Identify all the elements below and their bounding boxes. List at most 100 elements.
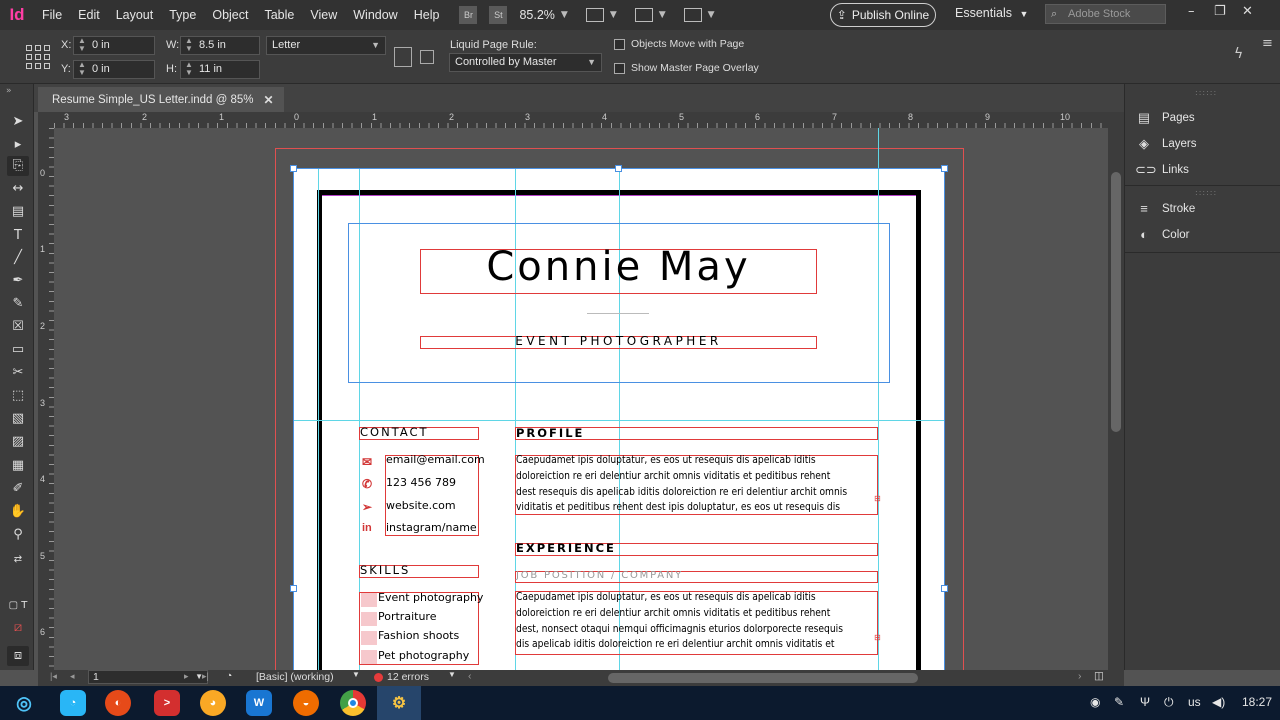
links-panel-button[interactable]: ⊂⊃ Links <box>1135 162 1189 178</box>
terminal-icon[interactable]: > <box>154 690 180 716</box>
resize-handle[interactable] <box>290 585 297 592</box>
resize-handle[interactable] <box>615 165 622 172</box>
rectangle-tool-icon[interactable]: ▭ <box>7 340 29 360</box>
gap-tool-icon[interactable]: ↔ <box>7 179 29 199</box>
rectangle-frame-tool-icon[interactable]: ☒ <box>7 317 29 337</box>
zoom-level[interactable]: 85.2% <box>519 8 554 22</box>
next-page-icon[interactable]: ▸ <box>184 671 189 682</box>
pages-panel-button[interactable]: ▤ Pages <box>1135 110 1195 126</box>
power-icon[interactable]: ⏻ <box>1164 695 1174 710</box>
page-number-field[interactable]: 1 ▼ <box>88 670 208 684</box>
chevron-down-icon[interactable]: ▼ <box>352 670 360 679</box>
view-options-icon[interactable] <box>585 8 604 22</box>
x-field[interactable]: ▲ ▼ 0 in <box>73 36 155 55</box>
close-tab-icon[interactable]: ✕ <box>264 93 274 107</box>
menu-edit[interactable]: Edit <box>70 8 108 22</box>
ruler-origin[interactable] <box>38 112 54 128</box>
panel-grip[interactable]: :::::: <box>1195 188 1217 197</box>
stepper-icon[interactable]: ▲ ▼ <box>78 61 86 77</box>
last-page-icon[interactable]: ▸| <box>202 671 209 682</box>
screen-mode-normal-icon[interactable]: ⧈ <box>7 646 29 666</box>
y-field[interactable]: ▲ ▼ 0 in <box>73 60 155 79</box>
menu-type[interactable]: Type <box>161 8 204 22</box>
horizontal-scroll-thumb[interactable] <box>608 673 918 683</box>
pasteboard[interactable]: Connie May EVENT PHOTOGRAPHER CONTACT ✉ … <box>54 128 1108 670</box>
viber-icon[interactable]: ◉ <box>1090 695 1100 709</box>
adobe-stock-search[interactable]: ⌕ Adobe Stock <box>1045 4 1166 24</box>
volume-icon[interactable]: ◀) <box>1212 695 1225 709</box>
objects-move-checkbox[interactable] <box>614 39 625 50</box>
layers-panel-button[interactable]: ◈ Layers <box>1135 136 1197 152</box>
chevron-down-icon[interactable]: ▼ <box>610 10 617 20</box>
line-tool-icon[interactable]: ╱ <box>7 248 29 268</box>
pen-tool-icon[interactable]: ✒ <box>7 271 29 291</box>
first-page-icon[interactable]: |◂ <box>50 671 57 682</box>
fill-stroke-swap-icon[interactable]: ⇄ <box>7 550 29 570</box>
panel-menu-icon[interactable]: ≡ <box>1262 37 1273 50</box>
chevron-down-icon[interactable]: ▼ <box>659 10 666 20</box>
panel-grip[interactable]: :::::: <box>1195 88 1217 97</box>
workspace-switcher[interactable]: Essentials ▼ <box>955 6 1028 20</box>
preflight-icon[interactable]: ◔ <box>226 670 232 682</box>
zoom-dropdown-icon[interactable]: ▼ <box>561 10 568 20</box>
eyedropper-tool-icon[interactable]: ✐ <box>7 479 29 499</box>
keyboard-language[interactable]: us <box>1188 695 1201 709</box>
content-collector-icon[interactable]: ▤ <box>7 202 29 222</box>
landscape-orientation-icon[interactable] <box>420 50 434 64</box>
scroll-left-icon[interactable]: ‹ <box>468 670 472 682</box>
resize-handle[interactable] <box>941 165 948 172</box>
note-tool-icon[interactable]: ▦ <box>7 456 29 476</box>
free-transform-tool-icon[interactable]: ⬚ <box>7 386 29 406</box>
gradient-swatch-tool-icon[interactable]: ▧ <box>7 409 29 429</box>
resize-handle[interactable] <box>290 165 297 172</box>
bridge-button[interactable]: Br <box>459 6 478 24</box>
scissors-tool-icon[interactable]: ✂ <box>7 363 29 383</box>
show-master-overlay-checkbox[interactable] <box>614 63 625 74</box>
quick-apply-icon[interactable]: ϟ <box>1234 46 1243 62</box>
collapse-icon[interactable]: » <box>6 86 12 96</box>
menu-help[interactable]: Help <box>406 8 448 22</box>
chevron-down-icon[interactable]: ▼ <box>448 670 456 679</box>
menu-layout[interactable]: Layout <box>108 8 162 22</box>
text-thread-port-icon[interactable]: ⊞ <box>874 633 881 642</box>
settings-app-icon[interactable]: ⚙ <box>386 690 412 716</box>
stepper-icon[interactable]: ▲ ▼ <box>185 61 193 77</box>
menu-object[interactable]: Object <box>204 8 256 22</box>
zoom-tool-icon[interactable]: ⚲ <box>7 525 29 545</box>
arrange-documents-icon[interactable] <box>683 8 702 22</box>
text-thread-port-icon[interactable]: ⊞ <box>874 494 881 503</box>
reference-point-icon[interactable] <box>26 45 50 69</box>
menu-file[interactable]: File <box>34 8 70 22</box>
vertical-scrollbar[interactable] <box>1108 112 1124 670</box>
gradient-feather-tool-icon[interactable]: ▨ <box>7 432 29 452</box>
chevron-down-icon[interactable]: ▼ <box>708 10 715 20</box>
start-menu-icon[interactable]: ◎ <box>11 690 37 716</box>
screen-mode-icon[interactable] <box>634 8 653 22</box>
type-tool-icon[interactable]: T <box>7 226 29 246</box>
app-icon[interactable]: ◔ <box>60 690 86 716</box>
menu-view[interactable]: View <box>302 8 345 22</box>
stroke-panel-button[interactable]: ≡ Stroke <box>1135 201 1195 216</box>
page-tool-icon[interactable]: ⎘ <box>7 156 29 176</box>
stepper-icon[interactable]: ▲ ▼ <box>185 37 193 53</box>
direct-selection-tool-icon[interactable]: ▸ <box>7 135 29 155</box>
height-field[interactable]: ▲ ▼ 11 in <box>180 60 260 79</box>
pencil-tool-icon[interactable]: ✎ <box>7 294 29 314</box>
horizontal-ruler[interactable]: 3 2 1 0 1 2 3 4 5 6 7 8 9 10 <box>54 112 1108 128</box>
app-icon[interactable]: ◐ <box>105 690 131 716</box>
color-panel-button[interactable]: ◐ Color <box>1135 227 1189 242</box>
apply-none-icon[interactable]: ⧄ <box>7 618 29 638</box>
pen-icon[interactable]: ✎ <box>1114 695 1124 709</box>
portrait-orientation-icon[interactable] <box>394 47 412 67</box>
usb-icon[interactable]: Ψ <box>1140 695 1150 709</box>
previous-page-icon[interactable]: ◂ <box>70 671 75 682</box>
hand-tool-icon[interactable]: ✋ <box>7 502 29 522</box>
close-icon[interactable]: ✕ <box>1242 4 1253 19</box>
minimize-icon[interactable]: – <box>1188 4 1195 19</box>
stock-button[interactable]: St <box>489 6 508 24</box>
app-icon[interactable]: ◒ <box>293 690 319 716</box>
style-status[interactable]: [Basic] (working) <box>256 671 334 683</box>
split-view-icon[interactable]: ◫ <box>1094 670 1104 682</box>
scroll-thumb[interactable] <box>1111 172 1121 432</box>
publish-online-button[interactable]: ⇪ Publish Online <box>830 3 936 27</box>
